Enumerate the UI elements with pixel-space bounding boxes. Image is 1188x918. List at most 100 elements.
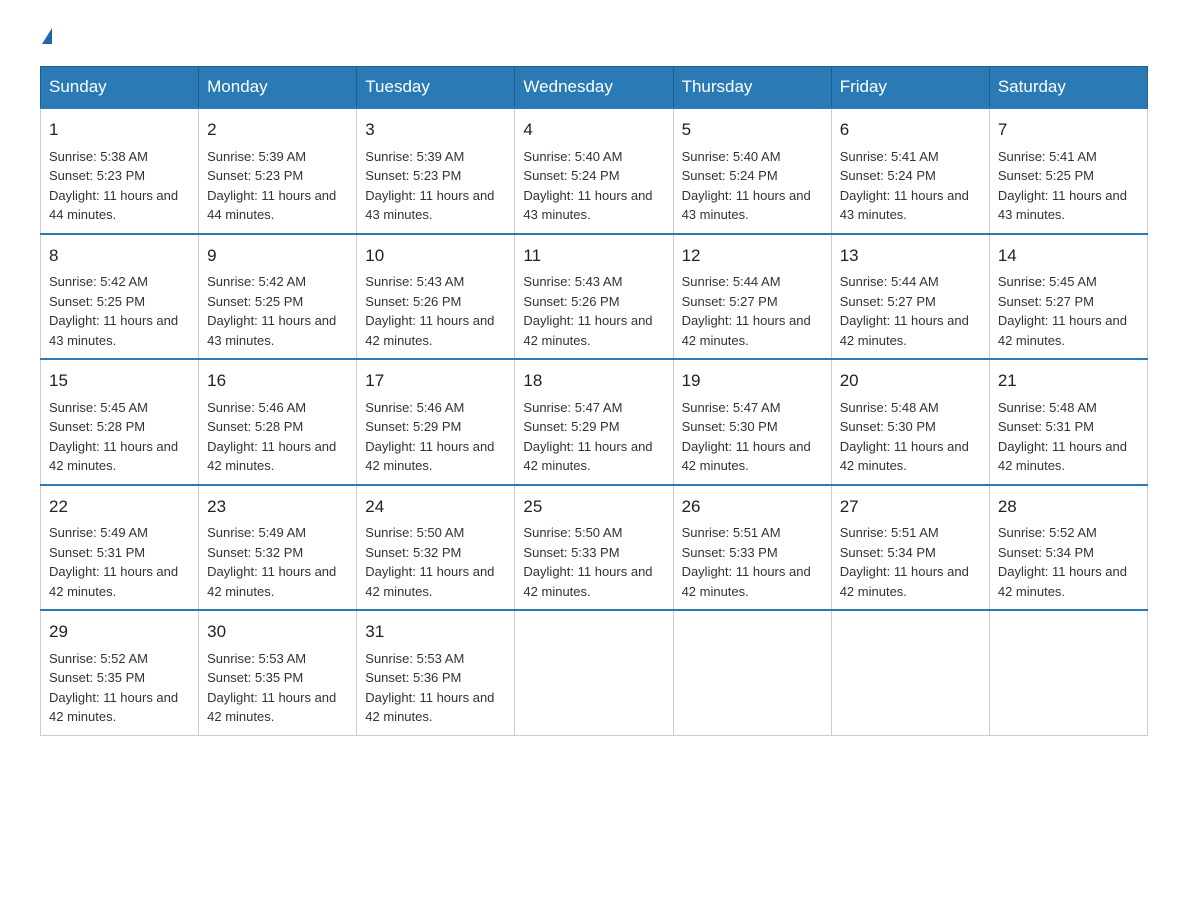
calendar-day-cell: 11 Sunrise: 5:43 AMSunset: 5:26 PMDaylig…: [515, 234, 673, 360]
day-sunrise: Sunrise: 5:50 AMSunset: 5:33 PMDaylight:…: [523, 525, 652, 599]
day-sunrise: Sunrise: 5:47 AMSunset: 5:30 PMDaylight:…: [682, 400, 811, 474]
weekday-header-monday: Monday: [199, 67, 357, 109]
day-number: 23: [207, 494, 348, 520]
day-sunrise: Sunrise: 5:53 AMSunset: 5:36 PMDaylight:…: [365, 651, 494, 725]
calendar-day-cell: 5 Sunrise: 5:40 AMSunset: 5:24 PMDayligh…: [673, 108, 831, 234]
day-number: 29: [49, 619, 190, 645]
day-number: 11: [523, 243, 664, 269]
calendar-day-cell: 19 Sunrise: 5:47 AMSunset: 5:30 PMDaylig…: [673, 359, 831, 485]
day-sunrise: Sunrise: 5:39 AMSunset: 5:23 PMDaylight:…: [365, 149, 494, 223]
day-sunrise: Sunrise: 5:45 AMSunset: 5:28 PMDaylight:…: [49, 400, 178, 474]
day-sunrise: Sunrise: 5:43 AMSunset: 5:26 PMDaylight:…: [523, 274, 652, 348]
calendar-day-cell: 28 Sunrise: 5:52 AMSunset: 5:34 PMDaylig…: [989, 485, 1147, 611]
day-number: 12: [682, 243, 823, 269]
day-number: 18: [523, 368, 664, 394]
calendar-day-cell: 1 Sunrise: 5:38 AMSunset: 5:23 PMDayligh…: [41, 108, 199, 234]
empty-cell: [673, 610, 831, 735]
page-header: [40, 30, 1148, 46]
day-number: 9: [207, 243, 348, 269]
day-number: 15: [49, 368, 190, 394]
calendar-day-cell: 6 Sunrise: 5:41 AMSunset: 5:24 PMDayligh…: [831, 108, 989, 234]
weekday-header-tuesday: Tuesday: [357, 67, 515, 109]
day-sunrise: Sunrise: 5:48 AMSunset: 5:31 PMDaylight:…: [998, 400, 1127, 474]
calendar-day-cell: 22 Sunrise: 5:49 AMSunset: 5:31 PMDaylig…: [41, 485, 199, 611]
calendar-body: 1 Sunrise: 5:38 AMSunset: 5:23 PMDayligh…: [41, 108, 1148, 735]
day-number: 1: [49, 117, 190, 143]
day-number: 26: [682, 494, 823, 520]
calendar-week-row: 1 Sunrise: 5:38 AMSunset: 5:23 PMDayligh…: [41, 108, 1148, 234]
calendar-day-cell: 23 Sunrise: 5:49 AMSunset: 5:32 PMDaylig…: [199, 485, 357, 611]
day-sunrise: Sunrise: 5:42 AMSunset: 5:25 PMDaylight:…: [49, 274, 178, 348]
day-sunrise: Sunrise: 5:40 AMSunset: 5:24 PMDaylight:…: [682, 149, 811, 223]
day-number: 22: [49, 494, 190, 520]
calendar-week-row: 15 Sunrise: 5:45 AMSunset: 5:28 PMDaylig…: [41, 359, 1148, 485]
day-sunrise: Sunrise: 5:52 AMSunset: 5:34 PMDaylight:…: [998, 525, 1127, 599]
empty-cell: [989, 610, 1147, 735]
calendar-day-cell: 30 Sunrise: 5:53 AMSunset: 5:35 PMDaylig…: [199, 610, 357, 735]
logo-triangle-icon: [42, 28, 52, 44]
day-sunrise: Sunrise: 5:49 AMSunset: 5:32 PMDaylight:…: [207, 525, 336, 599]
calendar-day-cell: 4 Sunrise: 5:40 AMSunset: 5:24 PMDayligh…: [515, 108, 673, 234]
calendar-day-cell: 14 Sunrise: 5:45 AMSunset: 5:27 PMDaylig…: [989, 234, 1147, 360]
calendar-day-cell: 18 Sunrise: 5:47 AMSunset: 5:29 PMDaylig…: [515, 359, 673, 485]
day-number: 27: [840, 494, 981, 520]
day-sunrise: Sunrise: 5:41 AMSunset: 5:24 PMDaylight:…: [840, 149, 969, 223]
calendar-day-cell: 3 Sunrise: 5:39 AMSunset: 5:23 PMDayligh…: [357, 108, 515, 234]
day-number: 4: [523, 117, 664, 143]
calendar-day-cell: 17 Sunrise: 5:46 AMSunset: 5:29 PMDaylig…: [357, 359, 515, 485]
weekday-header-row: SundayMondayTuesdayWednesdayThursdayFrid…: [41, 67, 1148, 109]
calendar-day-cell: 12 Sunrise: 5:44 AMSunset: 5:27 PMDaylig…: [673, 234, 831, 360]
day-number: 19: [682, 368, 823, 394]
weekday-header-saturday: Saturday: [989, 67, 1147, 109]
calendar-week-row: 8 Sunrise: 5:42 AMSunset: 5:25 PMDayligh…: [41, 234, 1148, 360]
calendar-day-cell: 9 Sunrise: 5:42 AMSunset: 5:25 PMDayligh…: [199, 234, 357, 360]
day-number: 3: [365, 117, 506, 143]
calendar-day-cell: 21 Sunrise: 5:48 AMSunset: 5:31 PMDaylig…: [989, 359, 1147, 485]
day-number: 5: [682, 117, 823, 143]
day-sunrise: Sunrise: 5:44 AMSunset: 5:27 PMDaylight:…: [840, 274, 969, 348]
calendar-day-cell: 25 Sunrise: 5:50 AMSunset: 5:33 PMDaylig…: [515, 485, 673, 611]
calendar-day-cell: 2 Sunrise: 5:39 AMSunset: 5:23 PMDayligh…: [199, 108, 357, 234]
calendar-day-cell: 29 Sunrise: 5:52 AMSunset: 5:35 PMDaylig…: [41, 610, 199, 735]
day-sunrise: Sunrise: 5:43 AMSunset: 5:26 PMDaylight:…: [365, 274, 494, 348]
logo: [40, 30, 52, 46]
calendar-day-cell: 31 Sunrise: 5:53 AMSunset: 5:36 PMDaylig…: [357, 610, 515, 735]
calendar-day-cell: 20 Sunrise: 5:48 AMSunset: 5:30 PMDaylig…: [831, 359, 989, 485]
day-sunrise: Sunrise: 5:45 AMSunset: 5:27 PMDaylight:…: [998, 274, 1127, 348]
day-number: 28: [998, 494, 1139, 520]
weekday-header-thursday: Thursday: [673, 67, 831, 109]
day-sunrise: Sunrise: 5:38 AMSunset: 5:23 PMDaylight:…: [49, 149, 178, 223]
empty-cell: [515, 610, 673, 735]
calendar-week-row: 29 Sunrise: 5:52 AMSunset: 5:35 PMDaylig…: [41, 610, 1148, 735]
day-sunrise: Sunrise: 5:50 AMSunset: 5:32 PMDaylight:…: [365, 525, 494, 599]
day-sunrise: Sunrise: 5:52 AMSunset: 5:35 PMDaylight:…: [49, 651, 178, 725]
day-sunrise: Sunrise: 5:47 AMSunset: 5:29 PMDaylight:…: [523, 400, 652, 474]
day-sunrise: Sunrise: 5:39 AMSunset: 5:23 PMDaylight:…: [207, 149, 336, 223]
calendar-day-cell: 7 Sunrise: 5:41 AMSunset: 5:25 PMDayligh…: [989, 108, 1147, 234]
calendar-day-cell: 26 Sunrise: 5:51 AMSunset: 5:33 PMDaylig…: [673, 485, 831, 611]
calendar-day-cell: 24 Sunrise: 5:50 AMSunset: 5:32 PMDaylig…: [357, 485, 515, 611]
day-sunrise: Sunrise: 5:51 AMSunset: 5:33 PMDaylight:…: [682, 525, 811, 599]
day-sunrise: Sunrise: 5:53 AMSunset: 5:35 PMDaylight:…: [207, 651, 336, 725]
day-sunrise: Sunrise: 5:44 AMSunset: 5:27 PMDaylight:…: [682, 274, 811, 348]
day-number: 6: [840, 117, 981, 143]
day-number: 14: [998, 243, 1139, 269]
day-sunrise: Sunrise: 5:46 AMSunset: 5:29 PMDaylight:…: [365, 400, 494, 474]
day-sunrise: Sunrise: 5:41 AMSunset: 5:25 PMDaylight:…: [998, 149, 1127, 223]
calendar-day-cell: 13 Sunrise: 5:44 AMSunset: 5:27 PMDaylig…: [831, 234, 989, 360]
day-number: 10: [365, 243, 506, 269]
day-sunrise: Sunrise: 5:46 AMSunset: 5:28 PMDaylight:…: [207, 400, 336, 474]
day-number: 21: [998, 368, 1139, 394]
calendar-table: SundayMondayTuesdayWednesdayThursdayFrid…: [40, 66, 1148, 736]
calendar-day-cell: 10 Sunrise: 5:43 AMSunset: 5:26 PMDaylig…: [357, 234, 515, 360]
calendar-day-cell: 27 Sunrise: 5:51 AMSunset: 5:34 PMDaylig…: [831, 485, 989, 611]
weekday-header-friday: Friday: [831, 67, 989, 109]
calendar-week-row: 22 Sunrise: 5:49 AMSunset: 5:31 PMDaylig…: [41, 485, 1148, 611]
day-number: 7: [998, 117, 1139, 143]
day-sunrise: Sunrise: 5:42 AMSunset: 5:25 PMDaylight:…: [207, 274, 336, 348]
day-number: 30: [207, 619, 348, 645]
day-number: 17: [365, 368, 506, 394]
empty-cell: [831, 610, 989, 735]
day-number: 31: [365, 619, 506, 645]
day-number: 13: [840, 243, 981, 269]
